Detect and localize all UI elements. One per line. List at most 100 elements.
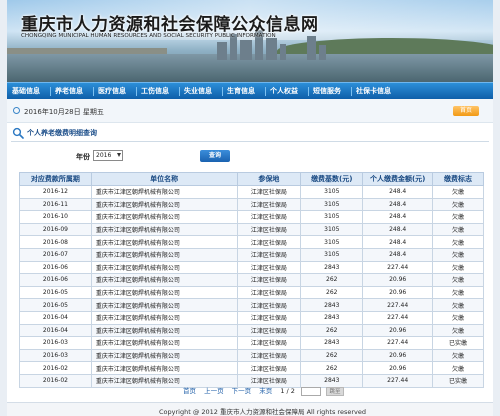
section-divider <box>11 141 489 142</box>
cell-location: 江津区社保局 <box>236 310 302 325</box>
cell-period: 2016-03 <box>19 336 92 350</box>
col-header-flag: 缴费标志 <box>432 172 484 186</box>
nav-item-maternity[interactable]: 生育信息 <box>227 86 255 96</box>
cell-base: 3105 <box>300 210 364 224</box>
cell-base: 2843 <box>300 336 364 350</box>
jump-button[interactable]: 跳至 <box>326 386 345 396</box>
cell-location: 江津区社保局 <box>236 285 302 300</box>
year-select[interactable]: 2016 <box>93 150 123 161</box>
query-button[interactable]: 查询 <box>200 150 230 162</box>
cell-base: 262 <box>300 285 364 300</box>
section-header: 个人养老缴费明细查询 <box>7 125 493 141</box>
banner-building <box>280 44 286 60</box>
cell-period: 2016-06 <box>19 273 92 287</box>
cell-flag: 欠缴 <box>432 273 484 287</box>
cell-amount: 227.44 <box>362 373 434 388</box>
cell-company: 重庆市江津区朝焊机械有限公司 <box>90 323 238 338</box>
next-page-link[interactable]: 下一页 <box>232 387 252 395</box>
magnifier-icon <box>12 127 24 139</box>
cell-location: 江津区社保局 <box>236 273 302 287</box>
page-info: 1 / 2 <box>280 387 295 395</box>
nav-item-rights[interactable]: 个人权益 <box>270 86 298 96</box>
cell-period: 2016-12 <box>19 185 92 199</box>
payment-table: 对应费款所属期 单位名称 参保地 缴费基数(元) 个人缴费金额(元) 缴费标志 … <box>19 172 484 388</box>
cell-base: 262 <box>300 273 364 287</box>
table-row: 2016-04 重庆市江津区朝焊机械有限公司 江津区社保局 2843 227.44 欠缴 <box>19 310 484 325</box>
table-row: 2016-03 重庆市江津区朝焊机械有限公司 江津区社保局 262 20.96 欠缴 <box>19 348 484 363</box>
cell-base: 2843 <box>300 260 364 275</box>
banner-building <box>240 40 252 60</box>
cell-company: 重庆市江津区朝焊机械有限公司 <box>90 247 238 262</box>
nav-separator <box>265 87 266 96</box>
table-row: 2016-06 重庆市江津区朝焊机械有限公司 江津区社保局 2843 227.44 欠缴 <box>19 260 484 275</box>
nav-item-basic[interactable]: 基础信息 <box>12 86 40 96</box>
cell-location: 江津区社保局 <box>236 185 302 199</box>
nav-item-injury[interactable]: 工伤信息 <box>141 86 169 96</box>
nav-item-unemployment[interactable]: 失业信息 <box>184 86 212 96</box>
cell-amount: 227.44 <box>362 336 434 350</box>
cell-period: 2016-07 <box>19 247 92 262</box>
cell-base: 2843 <box>300 310 364 325</box>
cell-company: 重庆市江津区朝焊机械有限公司 <box>90 235 238 249</box>
cell-amount: 248.4 <box>362 210 434 224</box>
last-page-link[interactable]: 末页 <box>259 387 272 395</box>
cell-amount: 227.44 <box>362 298 434 312</box>
cell-company: 重庆市江津区朝焊机械有限公司 <box>90 222 238 237</box>
cell-period: 2016-04 <box>19 310 92 325</box>
cell-amount: 20.96 <box>362 273 434 287</box>
cell-flag: 已实缴 <box>432 373 484 388</box>
table-row: 2016-02 重庆市江津区朝焊机械有限公司 江津区社保局 262 20.96 欠缴 <box>19 361 484 375</box>
cell-period: 2016-10 <box>19 210 92 224</box>
cell-flag: 欠缴 <box>432 247 484 262</box>
table-body: 2016-12 重庆市江津区朝焊机械有限公司 江津区社保局 3105 248.4 欠缴 20… <box>19 185 484 388</box>
nav-separator <box>50 87 51 96</box>
cell-amount: 20.96 <box>362 348 434 363</box>
cell-flag: 欠缴 <box>432 235 484 249</box>
nav-separator <box>308 87 309 96</box>
cell-base: 3105 <box>300 222 364 237</box>
cell-company: 重庆市江津区朝焊机械有限公司 <box>90 348 238 363</box>
clock-icon <box>13 107 20 114</box>
cell-location: 江津区社保局 <box>236 298 302 312</box>
home-button[interactable]: 首页 <box>453 106 479 116</box>
nav-item-medical[interactable]: 医疗信息 <box>98 86 126 96</box>
cell-base: 3105 <box>300 247 364 262</box>
nav-separator <box>136 87 137 96</box>
banner-building <box>319 45 326 60</box>
year-label: 年份 <box>76 153 90 161</box>
year-select-value: 2016 <box>96 152 112 159</box>
cell-location: 江津区社保局 <box>236 361 302 375</box>
cell-amount: 248.4 <box>362 222 434 237</box>
cell-company: 重庆市江津区朝焊机械有限公司 <box>90 210 238 224</box>
nav-item-card[interactable]: 社保卡信息 <box>356 86 391 96</box>
cell-company: 重庆市江津区朝焊机械有限公司 <box>90 260 238 275</box>
cell-amount: 248.4 <box>362 235 434 249</box>
cell-location: 江津区社保局 <box>236 323 302 338</box>
col-header-period: 对应费款所属期 <box>19 172 92 186</box>
cell-company: 重庆市江津区朝焊机械有限公司 <box>90 197 238 212</box>
cell-amount: 248.4 <box>362 247 434 262</box>
cell-amount: 227.44 <box>362 310 434 325</box>
cell-period: 2016-02 <box>19 361 92 375</box>
nav-item-pension[interactable]: 养老信息 <box>55 86 83 96</box>
cell-period: 2016-08 <box>19 235 92 249</box>
page-number-input[interactable] <box>300 386 321 396</box>
first-page-link[interactable]: 首页 <box>183 387 196 395</box>
cell-base: 3105 <box>300 185 364 199</box>
prev-page-link[interactable]: 上一页 <box>204 387 224 395</box>
page-container: 重庆市人力资源和社会保障公众信息网 CHONGQING MUNICIPAL HU… <box>7 0 493 416</box>
table-row: 2016-08 重庆市江津区朝焊机械有限公司 江津区社保局 3105 248.4 欠缴 <box>19 235 484 249</box>
nav-separator <box>351 87 352 96</box>
current-date: 2016年10月28日 星期五 <box>24 108 104 116</box>
cell-flag: 欠缴 <box>432 323 484 338</box>
cell-flag: 欠缴 <box>432 197 484 212</box>
col-header-company: 单位名称 <box>90 172 238 186</box>
cell-period: 2016-06 <box>19 260 92 275</box>
cell-location: 江津区社保局 <box>236 210 302 224</box>
cell-amount: 20.96 <box>362 323 434 338</box>
table-header-row: 对应费款所属期 单位名称 参保地 缴费基数(元) 个人缴费金额(元) 缴费标志 <box>19 172 484 186</box>
table-row: 2016-07 重庆市江津区朝焊机械有限公司 江津区社保局 3105 248.4 欠缴 <box>19 247 484 262</box>
table-row: 2016-06 重庆市江津区朝焊机械有限公司 江津区社保局 262 20.96 欠缴 <box>19 273 484 287</box>
nav-item-sms[interactable]: 短信服务 <box>313 86 341 96</box>
cell-location: 江津区社保局 <box>236 197 302 212</box>
